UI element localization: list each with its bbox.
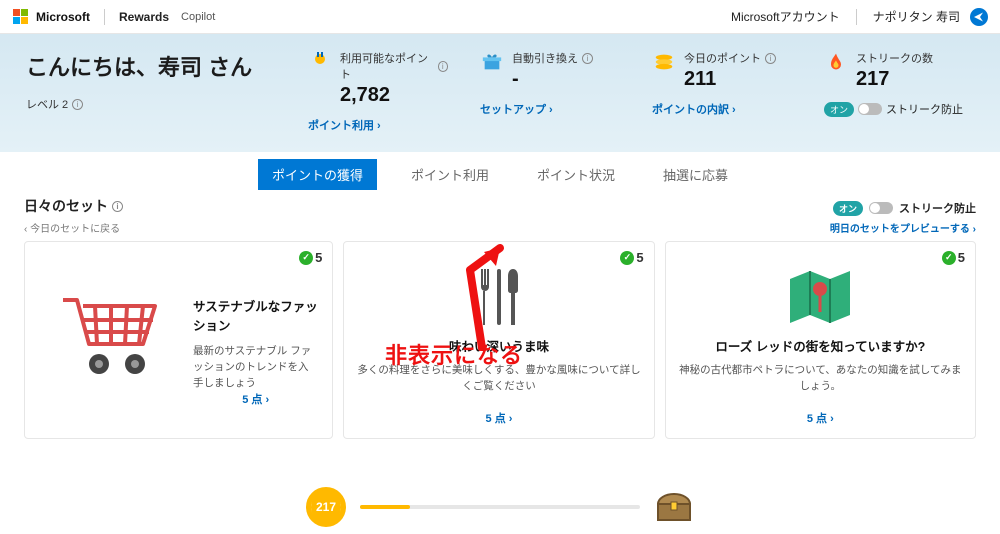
copilot-label[interactable]: Copilot (181, 11, 215, 23)
stat-points: 利用可能なポイント i 2,782 ポイント利用 (308, 50, 448, 152)
stat-streak-value: 217 (856, 68, 933, 91)
stat-auto-value: - (512, 68, 593, 91)
points-badge: ✓5 (299, 250, 322, 265)
toggle-label: ストリーク防止 (899, 200, 976, 216)
card-title: ローズ レッドの街を知っていますか? (678, 336, 963, 355)
info-icon[interactable]: i (72, 99, 83, 110)
avatar-icon[interactable] (970, 8, 988, 26)
info-icon[interactable]: i (438, 61, 449, 72)
brand-label: Microsoft (36, 10, 90, 24)
points-badge: ✓5 (942, 250, 965, 265)
card-points-link[interactable]: 5 点 (356, 410, 641, 426)
toggle-on-pill: オン (833, 201, 863, 216)
stat-today-link[interactable]: ポイントの内訳 (652, 101, 792, 117)
topbar-left: Microsoft Rewards Copilot (12, 9, 215, 25)
toggle-label: ストリーク防止 (886, 101, 963, 117)
stat-streak: ストリークの数 217 オン ストリーク防止 (824, 50, 964, 152)
separator (104, 9, 105, 25)
switch-icon[interactable] (869, 202, 893, 214)
user-name[interactable]: ナポリタン 寿司 (873, 8, 960, 25)
progress-bar (360, 505, 640, 509)
stat-auto-link[interactable]: セットアップ (480, 101, 620, 117)
stat-auto: 自動引き換え i - セットアップ (480, 50, 620, 152)
card-points-link[interactable]: 5 点 (678, 410, 963, 426)
daily-card[interactable]: ✓5 味わい深いうま味 多くの料理をさらに美味しくする、豊かな風味について詳しく… (343, 241, 654, 439)
check-icon: ✓ (942, 251, 956, 265)
info-icon[interactable]: i (112, 201, 123, 212)
card-points-link[interactable]: 5 点 (193, 391, 318, 407)
rewards-label[interactable]: Rewards (119, 10, 169, 24)
account-link[interactable]: Microsoftアカウント (731, 8, 840, 25)
switch-icon[interactable] (858, 103, 882, 115)
tab-sweep[interactable]: 抽選に応募 (649, 159, 742, 190)
daily-card[interactable]: ✓5 サステナブルなファッション 最新のサステナブル フ (24, 241, 333, 439)
utensils-icon (356, 262, 641, 332)
card-title: 味わい深いうま味 (356, 336, 641, 355)
tab-earn[interactable]: ポイントの獲得 (258, 159, 377, 190)
level-label: レベル 2 i (26, 96, 276, 112)
coins-icon (652, 50, 676, 74)
topbar: Microsoft Rewards Copilot Microsoftアカウント… (0, 0, 1000, 34)
stat-today-label: 今日のポイント (684, 50, 761, 66)
stat-today: 今日のポイント i 211 ポイントの内訳 (652, 50, 792, 152)
topbar-right: Microsoftアカウント ナポリタン 寿司 (731, 8, 988, 26)
info-icon[interactable]: i (765, 53, 776, 64)
tab-redeem[interactable]: ポイント利用 (397, 159, 503, 190)
progress-circle: 217 (306, 487, 346, 527)
tabs: ポイントの獲得 ポイント利用 ポイント状況 抽選に応募 (0, 152, 1000, 196)
streak-protect-toggle-2[interactable]: オン ストリーク防止 (833, 200, 976, 216)
streak-protect-toggle[interactable]: オン ストリーク防止 (824, 101, 964, 117)
stat-streak-label: ストリークの数 (856, 50, 933, 66)
medal-icon (308, 50, 332, 74)
stat-points-value: 2,782 (340, 84, 448, 107)
card-title: サステナブルなファッション (193, 296, 318, 334)
stat-today-value: 211 (684, 68, 776, 91)
toggle-on-pill: オン (824, 102, 854, 117)
stat-points-label: 利用可能なポイント (340, 50, 434, 82)
daily-card[interactable]: ✓5 ローズ レッドの街を知っていますか? 神秘の古代都市ペトラについて、あなた… (665, 241, 976, 439)
daily-subheader: ‹ 今日のセットに戻る 明日のセットをプレビューする (0, 218, 1000, 241)
stat-points-link[interactable]: ポイント利用 (308, 117, 448, 133)
back-to-today-link[interactable]: ‹ 今日のセットに戻る (24, 220, 120, 235)
progress-value: 217 (311, 490, 341, 524)
stat-auto-label: 自動引き換え (512, 50, 578, 66)
microsoft-logo-icon (12, 9, 28, 25)
separator (856, 9, 857, 25)
hero: こんにちは、寿司 さん レベル 2 i 利用可能なポイント i 2,782 ポイン… (0, 34, 1000, 152)
check-icon: ✓ (620, 251, 634, 265)
gift-icon (480, 50, 504, 74)
tab-status[interactable]: ポイント状況 (523, 159, 629, 190)
daily-cards: ✓5 サステナブルなファッション 最新のサステナブル フ (0, 241, 1000, 439)
cart-icon (33, 272, 193, 392)
points-badge: ✓5 (620, 250, 643, 265)
preview-tomorrow-link[interactable]: 明日のセットをプレビューする (830, 220, 976, 235)
card-desc: 多くの料理をさらに美味しくする、豊かな風味について詳しくご覧ください (356, 363, 641, 395)
flame-icon (824, 50, 848, 74)
streak-progress: 217 (0, 480, 1000, 534)
greeting: こんにちは、寿司 さん (26, 50, 276, 82)
card-desc: 神秘の古代都市ペトラについて、あなたの知識を試してみましょう。 (678, 363, 963, 395)
chest-icon (654, 490, 694, 524)
check-icon: ✓ (299, 251, 313, 265)
map-icon (678, 262, 963, 332)
info-icon[interactable]: i (582, 53, 593, 64)
card-desc: 最新のサステナブル ファッションのトレンドを入手しましょう (193, 344, 318, 391)
